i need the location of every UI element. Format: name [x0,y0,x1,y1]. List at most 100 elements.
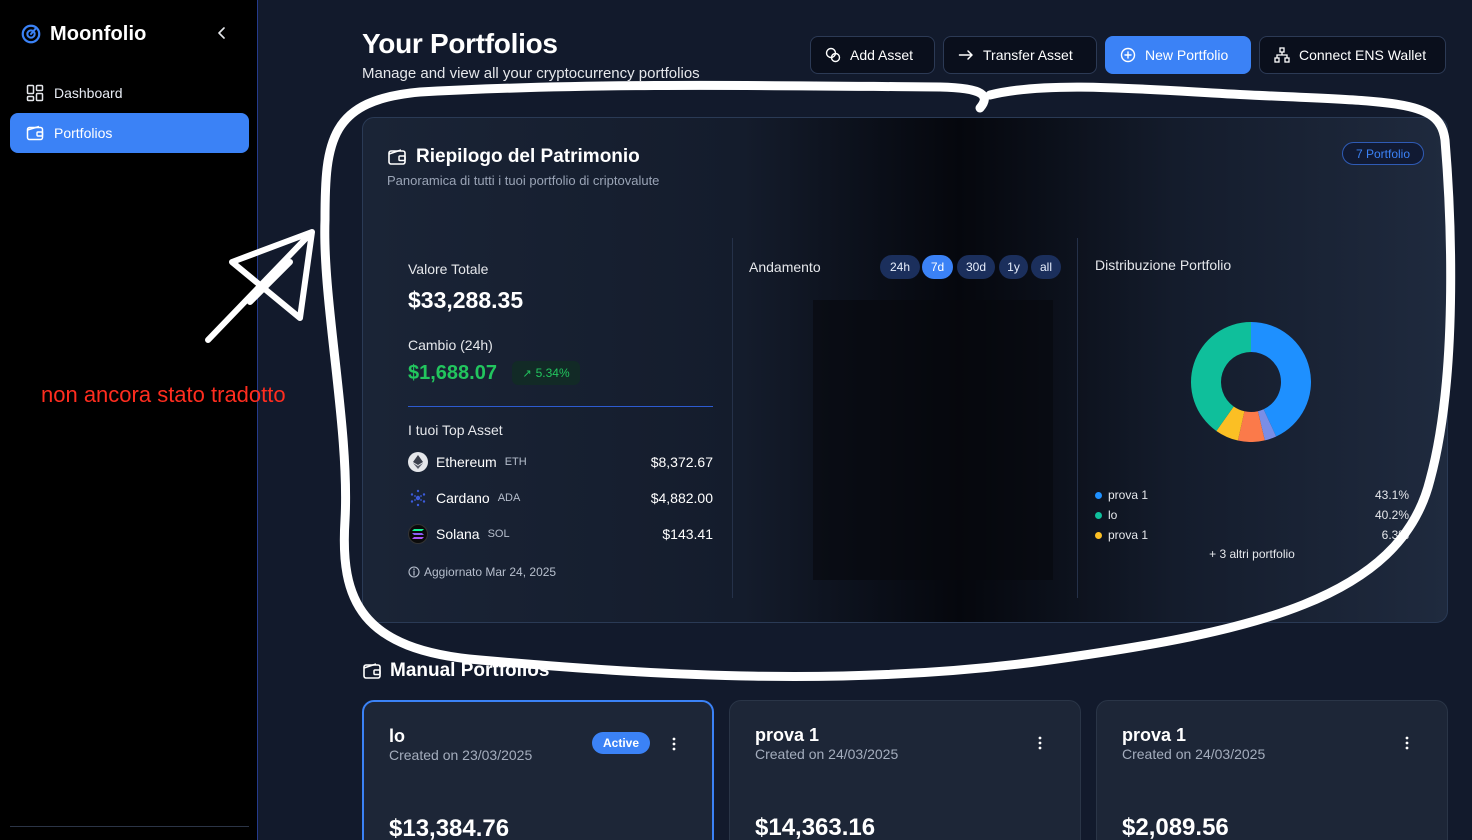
portfolio-card[interactable]: prova 1 Created on 24/03/2025 $14,363.16 [729,700,1081,840]
asset-symbol: ADA [497,492,521,504]
summary-title-row: Riepilogo del Patrimonio [387,146,640,168]
sidebar-item-label: Dashboard [54,85,123,101]
portfolio-card[interactable]: prova 1 Created on 24/03/2025 $2,089.56 [1096,700,1448,840]
app-name: Moonfolio [50,22,147,45]
asset-symbol: SOL [487,528,510,540]
manual-portfolios-title: Manual Portfolios [390,660,550,681]
legend-percent: 40.2% [1374,508,1409,522]
wallet-icon [388,149,406,165]
chevron-left-icon [218,27,225,39]
more-portfolios-link[interactable]: + 3 altri portfolio [1095,547,1409,561]
coins-icon [825,47,841,63]
trend-chart [813,300,1053,580]
manual-portfolios-header: Manual Portfolios [362,660,549,682]
legend-percent: 43.1% [1374,488,1409,502]
portfolio-card[interactable]: lo Created on 23/03/2025 Active $13,384.… [362,700,714,840]
legend-item: lo 40.2% [1095,507,1409,523]
asset-value: $8,372.67 [650,454,713,470]
summary-subtitle: Panoramica di tutti i tuoi portfolio di … [387,173,660,188]
new-portfolio-button[interactable]: New Portfolio [1105,36,1251,74]
legend-name: prova 1 [1108,488,1149,502]
asset-name: Ethereum [436,454,497,470]
legend-percent: 6.3% [1381,528,1409,542]
range-button-7d[interactable]: 7d [922,255,953,279]
legend-name: prova 1 [1108,528,1149,542]
asset-symbol: ETH [504,456,527,468]
change-value: $1,688.07 [408,362,497,384]
asset-name: Cardano [436,490,490,506]
asset-row-ethereum[interactable]: Ethereum ETH $8,372.67 [408,451,713,473]
sidebar-divider [10,826,249,827]
distribution-label: Distribuzione Portfolio [1095,257,1232,273]
transfer-asset-label: Transfer Asset [983,47,1073,63]
distribution-donut-chart [1191,322,1311,442]
range-button-30d[interactable]: 30d [957,255,995,279]
more-vertical-icon [1405,736,1409,750]
brand[interactable]: Moonfolio [20,21,146,47]
active-badge: Active [592,732,650,754]
solana-icon [408,524,428,544]
add-asset-label: Add Asset [850,47,914,63]
page-subtitle: Manage and view all your cryptocurrency … [362,65,700,82]
portfolio-value: $13,384.76 [389,815,510,840]
portfolio-created: Created on 23/03/2025 [389,747,533,763]
portfolio-name: prova 1 [755,725,820,745]
grid-icon [26,84,44,102]
portfolio-count-badge: 7 Portfolio [1342,142,1424,165]
asset-row-cardano[interactable]: Cardano ADA $4,882.00 [408,487,713,509]
annotation-note: non ancora stato tradotto [41,382,286,407]
legend-item: prova 1 6.3% [1095,527,1409,543]
wallet-icon [363,663,381,679]
total-value-label: Valore Totale [408,261,489,277]
arrow-right-icon [958,47,974,63]
add-asset-button[interactable]: Add Asset [810,36,935,74]
legend-dot [1095,531,1102,539]
range-button-1y[interactable]: 1y [999,255,1028,279]
portfolio-value: $2,089.56 [1122,814,1229,840]
sidebar-item-portfolios[interactable]: Portfolios [10,113,249,153]
asset-value: $143.41 [662,526,713,542]
moonfolio-logo-icon [21,24,41,44]
connect-ens-label: Connect ENS Wallet [1299,47,1427,63]
ethereum-icon [408,452,428,472]
more-options-button[interactable] [1399,733,1415,753]
wallet-icon [26,124,44,142]
portfolio-value: $14,363.16 [755,814,876,840]
updated-text: Aggiornato Mar 24, 2025 [424,565,557,579]
connect-ens-wallet-button[interactable]: Connect ENS Wallet [1259,36,1446,74]
portfolio-name: lo [389,726,405,746]
asset-summary-card: Riepilogo del Patrimonio Panoramica di t… [362,117,1448,623]
more-options-button[interactable] [1032,733,1048,753]
top-assets-label: I tuoi Top Asset [408,422,503,438]
column-divider [1077,238,1078,598]
collapse-sidebar-button[interactable] [212,23,232,43]
legend-dot [1095,511,1102,519]
more-vertical-icon [672,737,676,751]
portfolio-created: Created on 24/03/2025 [1122,746,1266,762]
page-title: Your Portfolios [362,28,558,59]
last-updated: Aggiornato Mar 24, 2025 [408,565,556,579]
section-divider [408,406,713,407]
legend-item: prova 1 43.1% [1095,487,1409,503]
more-vertical-icon [1038,736,1042,750]
total-value: $33,288.35 [408,287,524,313]
network-icon [1274,47,1290,63]
asset-value: $4,882.00 [650,490,713,506]
change-percent-badge: ↗ 5.34% [512,361,580,385]
new-portfolio-label: New Portfolio [1145,47,1229,63]
legend-name: lo [1108,508,1118,522]
plus-circle-icon [1120,47,1136,63]
portfolio-name: prova 1 [1122,725,1187,745]
asset-name: Solana [436,526,480,542]
sidebar-item-dashboard[interactable]: Dashboard [10,73,249,113]
change-label: Cambio (24h) [408,337,493,353]
transfer-asset-button[interactable]: Transfer Asset [943,36,1097,74]
trend-label: Andamento [749,259,821,275]
change-percent: 5.34% [535,366,570,380]
sidebar: Moonfolio Dashboard Portfolios [0,0,258,840]
portfolio-created: Created on 24/03/2025 [755,746,899,762]
range-button-all[interactable]: all [1031,255,1061,279]
range-button-24h[interactable]: 24h [880,255,920,279]
more-options-button[interactable] [666,734,682,754]
asset-row-solana[interactable]: Solana SOL $143.41 [408,523,713,545]
